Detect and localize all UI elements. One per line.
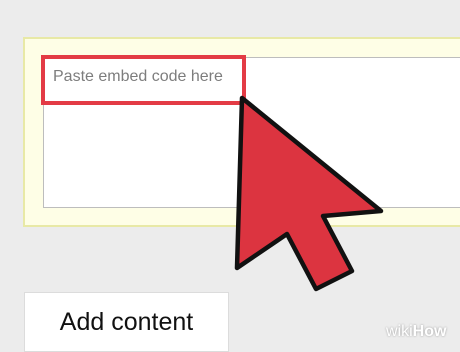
watermark-suffix: How [412,323,447,340]
watermark-prefix: wiki [386,323,413,340]
mouse-pointer-arrow-icon [234,95,384,292]
wikihow-watermark: wikiHow [386,323,446,341]
